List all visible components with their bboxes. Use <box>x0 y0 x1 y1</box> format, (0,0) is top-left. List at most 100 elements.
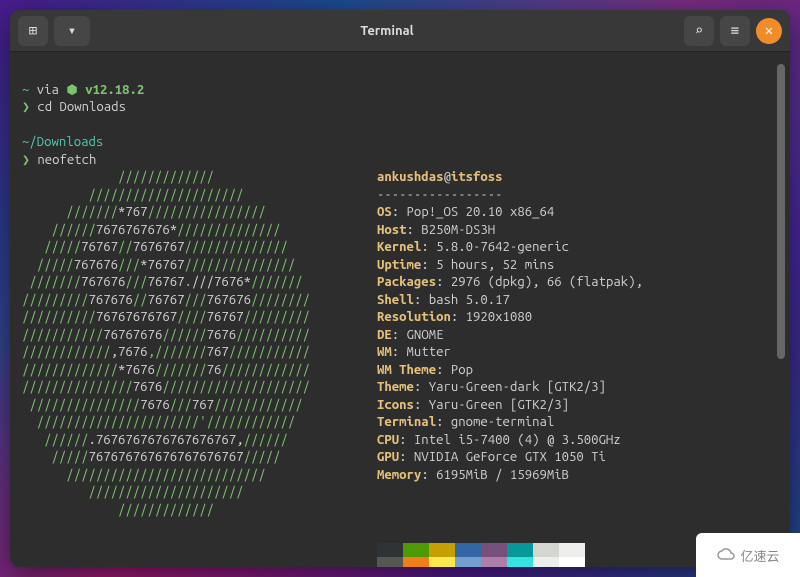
command-cd: cd Downloads <box>37 100 126 114</box>
info-value: : 5 hours, 52 mins <box>421 258 554 272</box>
logo-line: ///////////////////// <box>22 484 377 502</box>
color-swatch <box>559 543 585 557</box>
output-row: ///////*767//////////////// OS: Pop!_OS … <box>22 204 772 222</box>
color-swatch <box>403 543 429 557</box>
menu-button[interactable]: ≡ <box>720 16 750 46</box>
info-key: OS <box>377 205 392 219</box>
info-value: : 6195MiB / 15969MiB <box>421 468 569 482</box>
logo-line: //////////////////////'//////////// <box>22 414 377 432</box>
logo-line: /////////767676//76767///767676//////// <box>22 292 377 310</box>
neofetch-user: ankushdas <box>377 170 443 184</box>
new-tab-icon: ⊞ <box>29 22 37 39</box>
close-icon: ✕ <box>765 22 773 39</box>
info-key: WM Theme <box>377 363 436 377</box>
info-key: DE <box>377 328 392 342</box>
output-row: ///////////// <box>22 502 772 520</box>
info-key: Memory <box>377 468 421 482</box>
info-key: Icons <box>377 398 414 412</box>
output-row: //////////76767676767////76767/////////R… <box>22 309 772 327</box>
info-value: : Intel i5-7400 (4) @ 3.500GHz <box>399 433 621 447</box>
logo-line: ///////////////7676//////////////////// <box>22 379 377 397</box>
info-value: : Pop <box>436 363 473 377</box>
info-value: : 1920x1080 <box>451 310 532 324</box>
color-swatch <box>455 543 481 557</box>
terminal-window: ⊞ ▾ Terminal ⌕ ≡ ✕ ~ via ⬢ v12.18.2 ❯ cd… <box>10 10 790 567</box>
info-key: Uptime <box>377 258 421 272</box>
info-key: Host <box>377 223 407 237</box>
palette-row <box>22 537 772 568</box>
titlebar: ⊞ ▾ Terminal ⌕ ≡ ✕ <box>10 10 790 52</box>
color-swatch <box>455 557 481 568</box>
info-value: : Mutter <box>392 345 451 359</box>
at-sign: @ <box>443 170 450 184</box>
logo-line: //////////76767676767////76767///////// <box>22 309 377 327</box>
logo-line: /////767676///*76767/////////////// <box>22 257 377 275</box>
logo-line: //////7676767676*////////////// <box>22 222 377 240</box>
color-swatch <box>507 543 533 557</box>
output-row: ///////767676///76767.///7676*/////// Pa… <box>22 274 772 292</box>
info-value: : B250M-DS3H <box>407 223 496 237</box>
terminal-body[interactable]: ~ via ⬢ v12.18.2 ❯ cd Downloads ~/Downlo… <box>10 52 790 567</box>
logo-line: ///////////// <box>22 502 377 520</box>
palette-bottom <box>377 557 585 568</box>
info-key: Shell <box>377 293 414 307</box>
output-row: /////76767//7676767////////////// Kernel… <box>22 239 772 257</box>
logo-line: ///////*767//////////////// <box>22 204 377 222</box>
output-row: ///////////76767676//////7676//////////D… <box>22 327 772 345</box>
scrollbar-thumb[interactable] <box>777 64 785 359</box>
node-version: v12.18.2 <box>85 83 144 97</box>
color-swatch <box>403 557 429 568</box>
node-icon: ⬢ <box>66 83 85 97</box>
output-row: ///////////////////// <box>22 484 772 502</box>
info-key: WM <box>377 345 392 359</box>
logo-line: /////////////////////////// <box>22 467 377 485</box>
color-swatch <box>533 543 559 557</box>
hamburger-icon: ≡ <box>731 22 739 39</box>
logo-line: ///////767676///76767.///7676*/////// <box>22 274 377 292</box>
color-swatch <box>429 557 455 568</box>
output-row: //////.7676767676767676767,////// CPU: I… <box>22 432 772 450</box>
color-swatch <box>377 543 403 557</box>
info-key: Packages <box>377 275 436 289</box>
chevron-down-icon: ▾ <box>68 22 76 39</box>
info-value: : NVIDIA GeForce GTX 1050 Ti <box>399 450 606 464</box>
tab-dropdown-button[interactable]: ▾ <box>54 16 90 46</box>
logo-line: ///////////////////// <box>22 187 377 205</box>
info-value: : Yaru-Green [GTK2/3] <box>414 398 569 412</box>
prompt-marker: ❯ <box>22 100 37 114</box>
info-value: : bash 5.0.17 <box>414 293 510 307</box>
new-tab-button[interactable]: ⊞ <box>18 16 48 46</box>
logo-line: ////////////,7676,///////767/////////// <box>22 344 377 362</box>
color-swatch <box>481 543 507 557</box>
info-value: : gnome-terminal <box>436 415 554 429</box>
close-button[interactable]: ✕ <box>756 18 782 44</box>
info-value: : Pop!_OS 20.10 x86_64 <box>392 205 554 219</box>
info-key: Resolution <box>377 310 451 324</box>
logo-line: ///////////76767676//////7676////////// <box>22 327 377 345</box>
logo-line: ///////////// <box>22 169 377 187</box>
neofetch-sep: ----------------- <box>377 188 503 202</box>
output-row: ///////////// ankushdas@itsfoss <box>22 169 772 187</box>
output-row: //////7676767676*////////////// Host: B2… <box>22 222 772 240</box>
color-swatch <box>377 557 403 568</box>
color-swatch <box>533 557 559 568</box>
output-row: /////////////*7676///////76////////////W… <box>22 362 772 380</box>
window-title: Terminal <box>90 24 684 38</box>
color-swatch <box>481 557 507 568</box>
scrollbar[interactable] <box>776 64 786 555</box>
output-row: /////////767676//76767///767676////////S… <box>22 292 772 310</box>
prompt-path: ~/Downloads <box>22 135 103 149</box>
color-swatch <box>429 543 455 557</box>
color-swatch <box>507 557 533 568</box>
search-button[interactable]: ⌕ <box>684 16 714 46</box>
neofetch-host: itsfoss <box>451 170 503 184</box>
logo-line: /////////////*7676///////76//////////// <box>22 362 377 380</box>
watermark: 亿速云 <box>696 533 800 577</box>
info-value: : 2976 (dpkg), 66 (flatpak), <box>436 275 643 289</box>
output-row: /////////////////////////// Memory: 6195… <box>22 467 772 485</box>
info-value: : 5.8.0-7642-generic <box>421 240 569 254</box>
palette-top <box>377 543 585 557</box>
output-row: ///////////////////// ----------------- <box>22 187 772 205</box>
info-key: Theme <box>377 380 414 394</box>
output-row: ///////////////7676////////////////////T… <box>22 379 772 397</box>
